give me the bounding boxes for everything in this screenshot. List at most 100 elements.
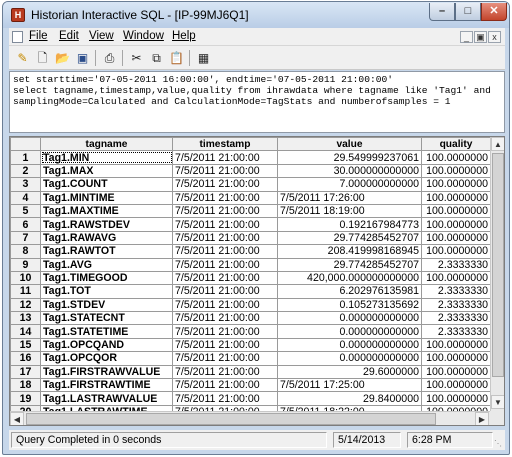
mdi-close-button[interactable]: x (488, 31, 501, 43)
maximize-button[interactable]: □ (455, 3, 481, 21)
cell-value[interactable]: 7/5/2011 18:19:00 (277, 203, 422, 219)
open-icon[interactable]: 📂 (53, 49, 72, 67)
vertical-scrollbar[interactable]: ▲ ▼ (490, 137, 504, 411)
cell-value[interactable]: 7/5/2011 17:26:00 (277, 190, 422, 205)
close-button[interactable]: ✕ (481, 3, 507, 21)
cell-value[interactable]: 7.000000000000 (277, 177, 422, 192)
cell-value[interactable]: 0.105273135692 (277, 297, 422, 313)
column-header-tagname[interactable]: tagname (40, 137, 173, 152)
grid-icon[interactable]: ▦ (194, 49, 213, 67)
cell-timestamp[interactable]: 7/5/2011 21:00:00 (172, 391, 278, 406)
menu-file[interactable]: File (29, 30, 48, 42)
cell-tagname[interactable]: Tag1.RAWTOT (40, 244, 173, 259)
cell-quality[interactable]: 100.0000000 (421, 270, 491, 286)
cell-timestamp[interactable]: 7/5/2011 21:00:00 (172, 244, 278, 259)
cell-value[interactable]: 29.8400000 (277, 391, 422, 406)
cell-tagname[interactable]: Tag1.FIRSTRAWTIME (40, 378, 173, 393)
cell-quality[interactable]: 100.0000000 (421, 217, 491, 232)
cell-tagname[interactable]: Tag1.LASTRAWVALUE (40, 391, 173, 406)
table-row[interactable]: 6 Tag1.RAWSTDEV 7/5/2011 21:00:00 0.1921679… (10, 217, 491, 232)
row-number[interactable]: 17 (10, 364, 41, 380)
cell-timestamp[interactable]: 7/5/2011 21:00:00 (172, 203, 278, 219)
cell-timestamp[interactable]: 7/5/2011 21:00:00 (172, 351, 278, 366)
cell-tagname[interactable]: Tag1.STATETIME (40, 324, 173, 339)
table-row[interactable]: 5 Tag1.MAXTIME 7/5/2011 21:00:00 7/5/2011 1… (10, 203, 491, 219)
scroll-left-icon[interactable]: ◀ (10, 412, 24, 425)
cell-tagname[interactable]: Tag1.MINTIME (40, 190, 173, 205)
table-row[interactable]: 8 Tag1.RAWTOT 7/5/2011 21:00:00 208.4199981… (10, 244, 491, 259)
table-row[interactable]: 7 Tag1.RAWAVG 7/5/2011 21:00:00 29.77428545… (10, 230, 491, 246)
scroll-down-icon[interactable]: ▼ (491, 395, 504, 409)
cell-timestamp[interactable]: 7/5/2011 21:00:00 (172, 270, 278, 286)
row-number[interactable]: 7 (10, 230, 41, 246)
table-row[interactable]: 15 Tag1.OPCQAND 7/5/2011 21:00:00 0.0000000… (10, 337, 491, 353)
cell-value[interactable]: 0.000000000000 (277, 351, 422, 366)
document-icon[interactable] (12, 31, 23, 43)
cell-quality[interactable]: 100.0000000 (421, 351, 491, 366)
copy-icon[interactable]: ⧉ (147, 49, 166, 67)
pencil-icon[interactable]: ✎ (13, 49, 32, 67)
cell-value[interactable]: 29.774285452707 (277, 257, 422, 272)
column-header-timestamp[interactable]: timestamp (172, 137, 278, 152)
cell-quality[interactable]: 100.0000000 (421, 391, 491, 406)
menu-help[interactable]: Help (172, 30, 196, 42)
cell-value[interactable]: 7/5/2011 17:25:00 (277, 378, 422, 393)
table-row[interactable]: 9 Tag1.AVG 7/5/2011 21:00:00 29.77428545270… (10, 257, 491, 272)
row-number[interactable]: 13 (10, 311, 41, 326)
menu-edit[interactable]: Edit (59, 30, 79, 42)
cell-timestamp[interactable]: 7/5/2011 21:00:00 (172, 337, 278, 353)
cell-tagname[interactable]: Tag1.OPCQOR (40, 351, 173, 366)
cell-quality[interactable]: 100.0000000 (421, 150, 491, 165)
table-row[interactable]: 1 Tag1.MIN 7/5/2011 21:00:00 29.54999923706… (10, 150, 491, 165)
row-number[interactable]: 18 (10, 378, 41, 393)
menu-window[interactable]: Window (123, 30, 164, 42)
row-number[interactable]: 6 (10, 217, 41, 232)
row-number[interactable]: 8 (10, 244, 41, 259)
resize-grip-icon[interactable]: ⋱ (494, 439, 504, 449)
table-row[interactable]: 13 Tag1.STATECNT 7/5/2011 21:00:00 0.000000… (10, 311, 491, 326)
horizontal-scroll-thumb[interactable] (26, 413, 436, 425)
cell-tagname[interactable]: Tag1.MAXTIME (40, 203, 173, 219)
cell-value[interactable]: 29.549999237061 (277, 150, 422, 165)
cell-value[interactable]: 208.419998168945 (277, 244, 422, 259)
table-row[interactable]: 4 Tag1.MINTIME 7/5/2011 21:00:00 7/5/2011 1… (10, 190, 491, 205)
cell-timestamp[interactable]: 7/5/2011 21:00:00 (172, 284, 278, 299)
cell-tagname[interactable]: Tag1.TOT (40, 284, 173, 299)
row-number[interactable]: 4 (10, 190, 41, 205)
scroll-right-icon[interactable]: ▶ (475, 412, 489, 425)
row-number[interactable]: 11 (10, 284, 41, 299)
cell-quality[interactable]: 100.0000000 (421, 337, 491, 353)
cell-timestamp[interactable]: 7/5/2011 21:00:00 (172, 364, 278, 380)
cell-quality[interactable]: 100.0000000 (421, 203, 491, 219)
table-row[interactable]: 14 Tag1.STATETIME 7/5/2011 21:00:00 0.00000… (10, 324, 491, 339)
row-number[interactable]: 9 (10, 257, 41, 272)
cell-tagname[interactable]: Tag1.RAWAVG (40, 230, 173, 246)
cell-quality[interactable]: 100.0000000 (421, 230, 491, 246)
cell-timestamp[interactable]: 7/5/2011 21:00:00 (172, 163, 278, 179)
cell-value[interactable]: 30.000000000000 (277, 163, 422, 179)
row-number[interactable]: 16 (10, 351, 41, 366)
table-row[interactable]: 2 Tag1.MAX 7/5/2011 21:00:00 30.00000000000… (10, 163, 491, 179)
cell-tagname[interactable]: Tag1.STATECNT (40, 311, 173, 326)
row-number[interactable]: 10 (10, 270, 41, 286)
table-row[interactable]: 12 Tag1.STDEV 7/5/2011 21:00:00 0.105273135… (10, 297, 491, 313)
cell-value[interactable]: 420,000.000000000000 (277, 270, 422, 286)
save-icon[interactable]: ▣ (73, 49, 92, 67)
row-number[interactable]: 14 (10, 324, 41, 339)
mdi-restore-button[interactable]: ▣ (474, 31, 487, 43)
table-row[interactable]: 19 Tag1.LASTRAWVALUE 7/5/2011 21:00:00 29.8… (10, 391, 491, 406)
cell-quality[interactable]: 100.0000000 (421, 378, 491, 393)
cell-quality[interactable]: 2.3333330 (421, 284, 491, 299)
cell-timestamp[interactable]: 7/5/2011 21:00:00 (172, 150, 278, 165)
cell-quality[interactable]: 100.0000000 (421, 177, 491, 192)
query-editor[interactable]: set starttime='07-05-2011 16:00:00', end… (9, 71, 505, 133)
scroll-up-icon[interactable]: ▲ (491, 137, 504, 151)
cell-value[interactable]: 6.202976135981 (277, 284, 422, 299)
cell-value[interactable]: 0.000000000000 (277, 337, 422, 353)
cell-quality[interactable]: 100.0000000 (421, 364, 491, 380)
row-number[interactable]: 19 (10, 391, 41, 406)
new-icon[interactable]: 🗋 (33, 49, 52, 67)
table-row[interactable]: 16 Tag1.OPCQOR 7/5/2011 21:00:00 0.00000000… (10, 351, 491, 366)
cell-timestamp[interactable]: 7/5/2011 21:00:00 (172, 311, 278, 326)
cell-timestamp[interactable]: 7/5/2011 21:00:00 (172, 230, 278, 246)
